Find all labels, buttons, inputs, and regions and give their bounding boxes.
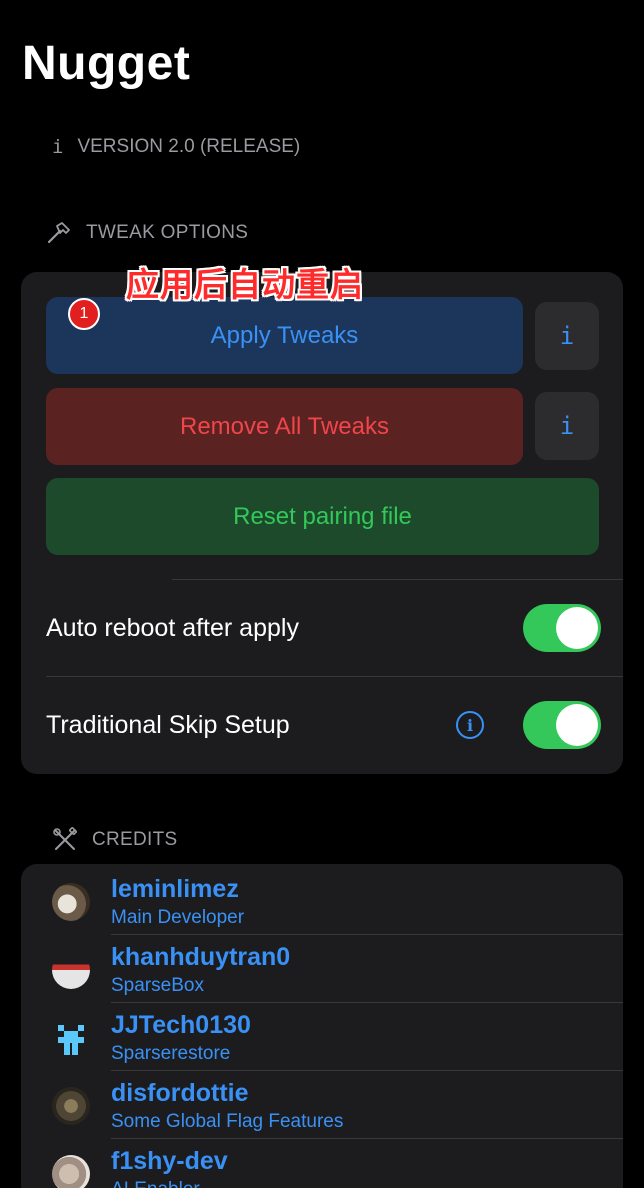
apply-info-button[interactable]: i (535, 302, 599, 370)
credits-header: CREDITS (52, 827, 178, 853)
credit-role: Main Developer (111, 907, 245, 928)
credit-name: khanhduytran0 (111, 943, 291, 971)
credit-name: leminlimez (111, 875, 239, 903)
pixel-avatar-icon (58, 1025, 84, 1055)
toggle-knob (556, 704, 598, 746)
avatar (52, 1019, 90, 1057)
remove-all-tweaks-button[interactable]: Remove All Tweaks (46, 388, 523, 465)
avatar (52, 1087, 90, 1125)
skip-setup-info-icon[interactable]: i (456, 711, 484, 739)
avatar (52, 1155, 90, 1188)
hammer-icon (47, 222, 70, 244)
credits-title: CREDITS (92, 829, 178, 850)
traditional-skip-setup-toggle[interactable] (523, 701, 601, 749)
step-badge: 1 (68, 298, 100, 330)
credit-name: disfordottie (111, 1079, 249, 1107)
credit-row[interactable]: f1shy-dev AI Enabler (21, 1139, 623, 1188)
credit-row[interactable]: JJTech0130 Sparserestore (21, 1003, 623, 1071)
credit-role: Sparserestore (111, 1043, 231, 1064)
version-row: i VERSION 2.0 (RELEASE) (52, 134, 300, 160)
tweak-options-header: TWEAK OPTIONS (46, 220, 248, 246)
reset-pairing-file-button[interactable]: Reset pairing file (46, 478, 599, 555)
page-title: Nugget (22, 37, 191, 90)
tweak-options-title: TWEAK OPTIONS (86, 222, 249, 243)
tools-icon (53, 827, 77, 850)
apply-tweaks-button[interactable]: Apply Tweaks (46, 297, 523, 374)
credit-row[interactable]: disfordottie Some Global Flag Features (21, 1071, 623, 1139)
avatar (52, 883, 90, 921)
credit-name: JJTech0130 (111, 1011, 251, 1039)
divider (172, 579, 623, 580)
credit-role: AI Enabler (111, 1179, 200, 1188)
toggle-knob (556, 607, 598, 649)
credit-name: f1shy-dev (111, 1147, 228, 1175)
credit-role: Some Global Flag Features (111, 1111, 344, 1132)
version-text: VERSION 2.0 (RELEASE) (77, 136, 301, 157)
remove-info-button[interactable]: i (535, 392, 599, 460)
divider (46, 676, 623, 677)
auto-reboot-label: Auto reboot after apply (46, 614, 299, 642)
credit-role: SparseBox (111, 975, 204, 996)
avatar (52, 951, 90, 989)
credit-row[interactable]: leminlimez Main Developer (21, 867, 623, 935)
annotation-label: 应用后自动重启 (126, 265, 364, 304)
info-icon: i (52, 136, 64, 158)
traditional-skip-setup-label: Traditional Skip Setup (46, 711, 290, 739)
auto-reboot-toggle[interactable] (523, 604, 601, 652)
credit-row[interactable]: khanhduytran0 SparseBox (21, 935, 623, 1003)
